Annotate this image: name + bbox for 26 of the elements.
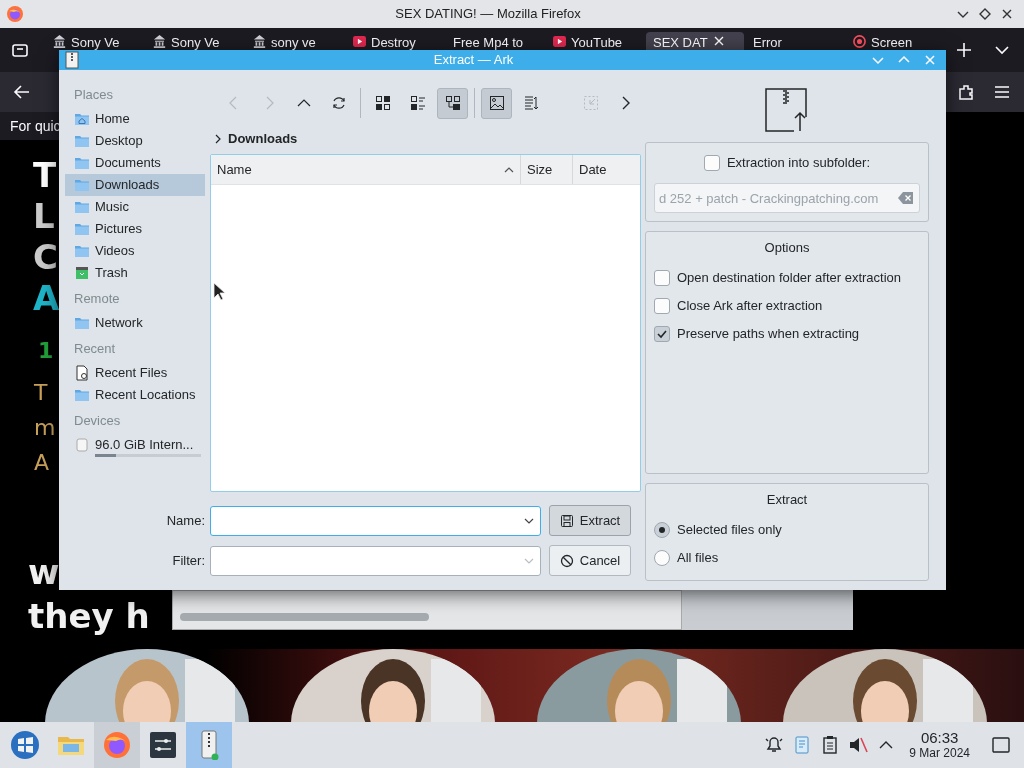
group-title: Options bbox=[764, 239, 810, 257]
number-text: 1 bbox=[38, 337, 54, 365]
text-letter: A bbox=[34, 449, 50, 477]
heading-letter: L bbox=[33, 196, 55, 237]
radio-label: Selected files only bbox=[677, 520, 782, 539]
dialog-title: Extract — Ark bbox=[432, 51, 515, 70]
checkbox-label: Preserve paths when extracting bbox=[677, 324, 860, 343]
heading-letter: A bbox=[33, 278, 60, 319]
checkbox-label: Open destination folder after extraction bbox=[677, 268, 902, 287]
field-label: Filter: bbox=[172, 551, 205, 570]
checkbox-label: Extraction into subfolder: bbox=[726, 154, 871, 173]
text-letter: T bbox=[34, 379, 48, 407]
section-heading: Recent bbox=[73, 340, 117, 358]
text-letter: m bbox=[34, 414, 56, 442]
field-label: Name: bbox=[166, 511, 205, 530]
heading-letter: T bbox=[33, 155, 57, 196]
checkbox-label: Close Ark after extraction bbox=[677, 296, 823, 315]
section-heading: Devices bbox=[73, 412, 122, 430]
window-title: SEX DATING! — Mozilla Firefox bbox=[394, 5, 582, 24]
heading-letter: C bbox=[33, 237, 58, 278]
section-heading: Places bbox=[73, 86, 115, 104]
headline-text: they h bbox=[28, 595, 150, 638]
radio-label: All files bbox=[677, 548, 719, 567]
group-title: Extract bbox=[766, 491, 808, 509]
section-heading: Remote bbox=[73, 290, 121, 308]
headline-text: w bbox=[28, 551, 60, 594]
